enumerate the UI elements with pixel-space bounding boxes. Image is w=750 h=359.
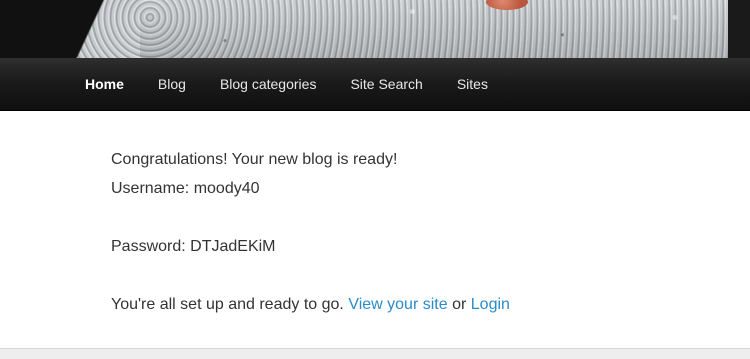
nav-item-sites[interactable]: Sites [440,58,505,110]
header-image-shade [140,0,730,58]
main-navigation: Home Blog Blog categories Site Search Si… [0,58,750,111]
nav-item-blog-categories[interactable]: Blog categories [203,58,334,110]
header-image [0,0,750,58]
nav-item-blog[interactable]: Blog [141,58,203,110]
login-link[interactable]: Login [471,296,510,313]
setup-text: You're all set up and ready to go. [111,296,344,313]
header-image-shadow-right [728,0,750,58]
congratulations-message: Congratulations! Your new blog is ready! [111,151,398,168]
password-line: Password: DTJadEKiM [111,238,276,255]
signup-confirmation: Congratulations! Your new blog is ready!… [111,145,711,319]
view-site-link[interactable]: View your site [348,296,447,313]
setup-message: You're all set up and ready to go. View … [111,290,711,319]
username-line: Username: moody40 [111,180,260,197]
or-text: or [452,296,467,313]
header-image-shadow-left [0,0,160,58]
nav-item-home[interactable]: Home [68,58,141,110]
nav-list: Home Blog Blog categories Site Search Si… [0,58,750,110]
footer-divider [0,348,750,359]
nav-item-site-search[interactable]: Site Search [333,58,439,110]
